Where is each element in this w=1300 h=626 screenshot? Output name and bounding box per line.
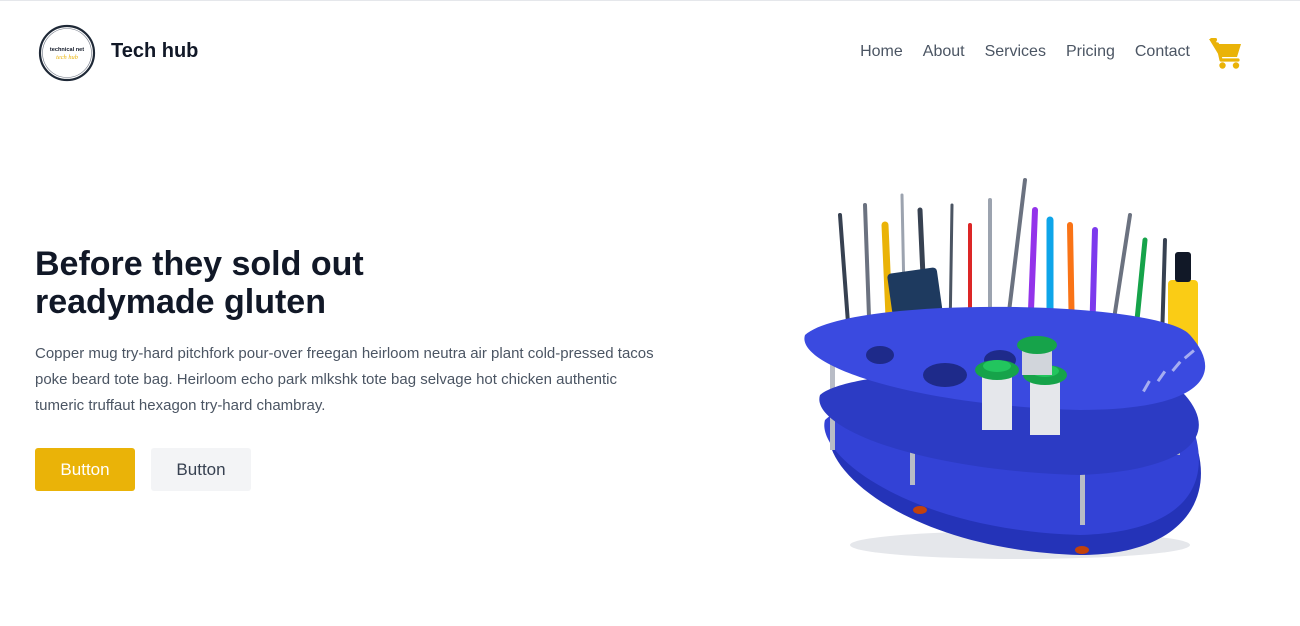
- nav-contact[interactable]: Contact: [1135, 43, 1190, 61]
- shopping-cart-icon[interactable]: [1208, 36, 1244, 70]
- svg-text:technical net: technical net: [50, 47, 84, 53]
- top-border: [0, 0, 1300, 1]
- nav-home[interactable]: Home: [860, 43, 903, 61]
- main-nav: Home About Services Pricing Contact: [860, 43, 1190, 61]
- tech-hub-logo[interactable]: technical net tech hub: [38, 24, 96, 82]
- hero-title-line1: Before they sold out: [35, 245, 364, 283]
- nav-services[interactable]: Services: [985, 43, 1046, 61]
- nav-pricing[interactable]: Pricing: [1066, 43, 1115, 61]
- secondary-button[interactable]: Button: [151, 448, 251, 491]
- hero-title-line2: readymade gluten: [35, 283, 326, 321]
- hero-description: Copper mug try-hard pitchfork pour-over …: [35, 345, 654, 414]
- nav-about[interactable]: About: [923, 43, 965, 61]
- hero-product-image: [804, 178, 1206, 559]
- hero-title: Before they sold out readymade gluten: [35, 245, 465, 321]
- svg-text:tech hub: tech hub: [56, 54, 78, 61]
- brand-name[interactable]: Tech hub: [111, 40, 198, 63]
- primary-button[interactable]: Button: [35, 448, 135, 491]
